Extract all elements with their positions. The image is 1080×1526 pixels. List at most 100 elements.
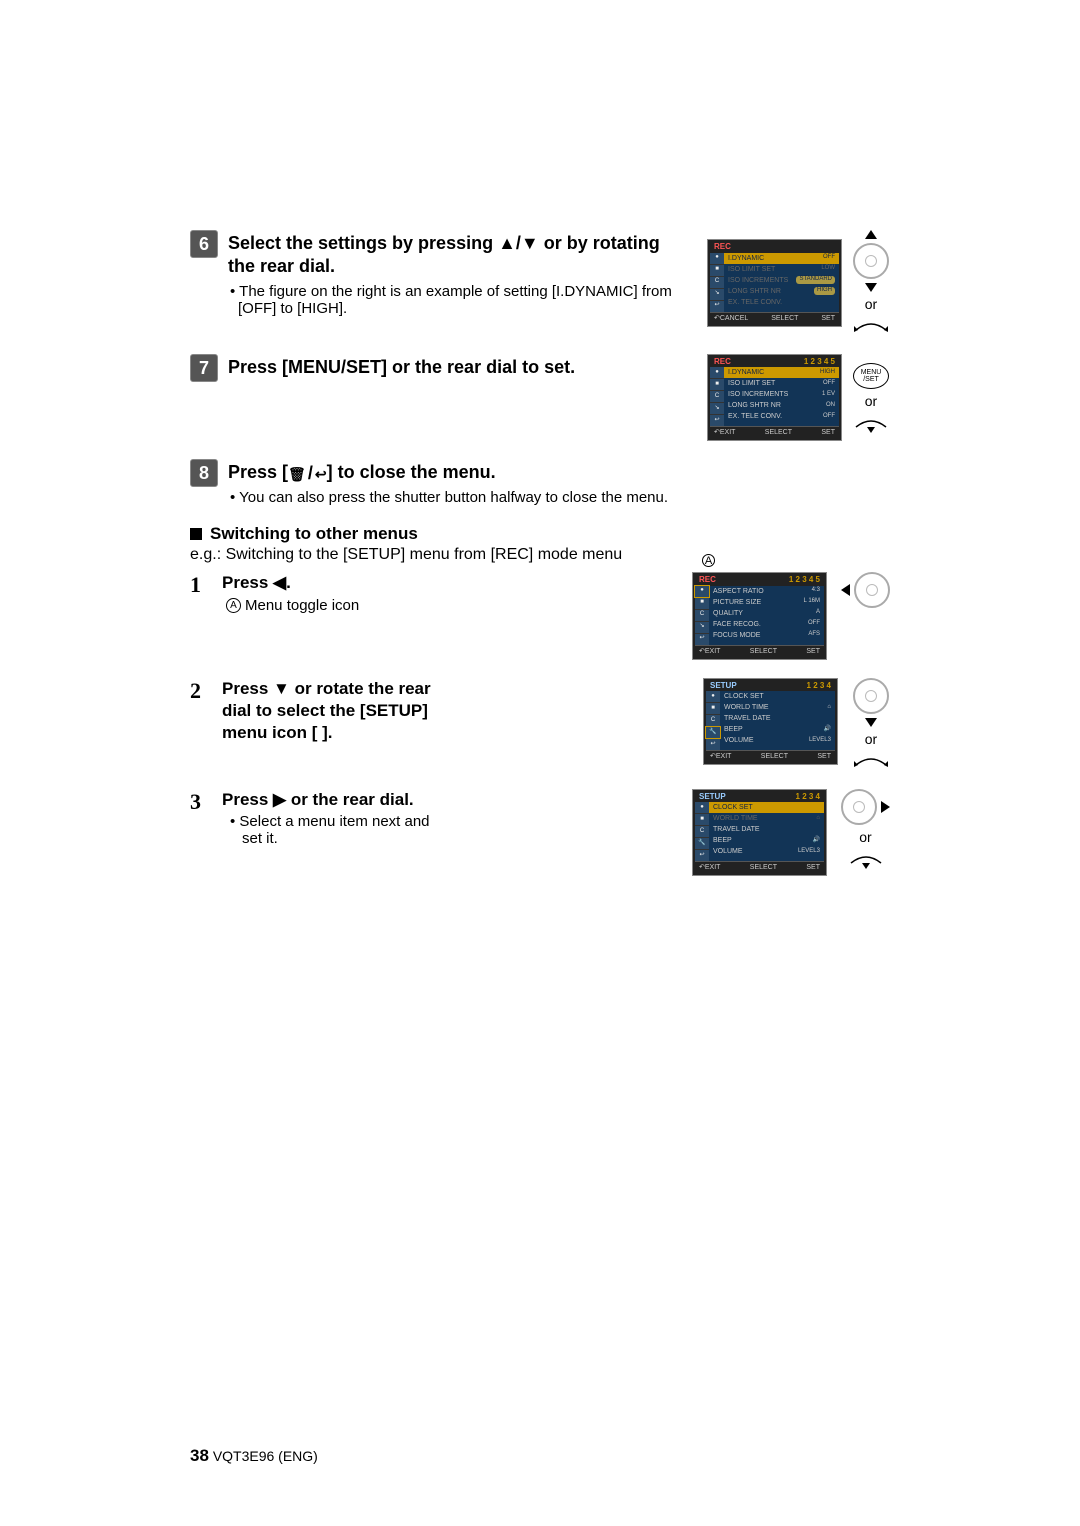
l6r4l: EX. TELE CONV. [728, 298, 782, 307]
ls2r3l: BEEP [724, 725, 743, 734]
control-updown-dpad: or [852, 230, 890, 336]
triangle-left-icon [841, 584, 850, 596]
triangle-down-icon-s2 [865, 718, 877, 727]
or-label-7: or [865, 393, 877, 409]
ls3r4l: VOLUME [713, 847, 743, 856]
s1t: Press [222, 573, 273, 592]
ls2r4l: VOLUME [724, 736, 754, 745]
page-footer: 38 VQT3E96 (ENG) [190, 1446, 318, 1466]
l6r3l: LONG SHTR NR [728, 287, 781, 296]
l7r0v: HIGH [820, 369, 835, 377]
l6r3v: HIGH [814, 287, 835, 295]
l7r3l: LONG SHTR NR [728, 401, 781, 410]
switching-heading-row: Switching to other menus [190, 524, 890, 544]
trash-back-icon: 🗑/↩ [288, 462, 327, 485]
ms-top: MENU [861, 369, 882, 376]
step-7: 7 Press [MENU/SET] or the rear dial to s… [190, 354, 890, 441]
ls1r4l: FOCUS MODE [713, 631, 760, 640]
substep-3-sub: Select a menu item next and set it. [222, 813, 443, 847]
ls2h: SETUP [710, 681, 737, 691]
ls1fl: EXIT [705, 648, 721, 655]
ls3r0l: CLOCK SET [713, 803, 753, 812]
rear-dial-icon-7 [852, 413, 890, 433]
l6fr: SET [821, 314, 835, 323]
l7r1v: OFF [823, 380, 835, 388]
l6fl: CANCEL [720, 315, 748, 322]
step-6-title: Select the settings by pressing ▲/▼ or b… [228, 232, 680, 279]
step-6: 6 Select the settings by pressing ▲/▼ or… [190, 230, 890, 336]
l7r0l: I.DYNAMIC [728, 368, 764, 377]
ls2fr: SET [817, 752, 831, 761]
rear-dial-icon-s2 [852, 751, 890, 771]
triangle-down-icon [865, 283, 877, 292]
doc-code: VQT3E96 (ENG) [213, 1448, 318, 1464]
l7r4l: EX. TELE CONV. [728, 412, 782, 421]
substep-3: 3 Press ▶ or the rear dial. Select a men… [190, 789, 890, 876]
ls1r2v: A [816, 609, 820, 617]
s8tb: ] to close the menu. [327, 462, 496, 482]
ls3fr: SET [806, 863, 820, 872]
dpad-icon-s2 [853, 678, 889, 714]
ls1r0l: ASPECT RATIO [713, 587, 764, 596]
ls3r1l: WORLD TIME [713, 814, 758, 823]
l7r2l: ISO INCREMENTS [728, 390, 788, 399]
ls3r3v: 🔊 [813, 837, 820, 845]
or-label-6: or [865, 296, 877, 312]
annotation-a-icon: A [226, 598, 241, 613]
ls3fl: EXIT [705, 864, 721, 871]
control-right-dpad-s3: or [841, 789, 890, 869]
ls3r3l: BEEP [713, 836, 732, 845]
l7p: 1 2 3 4 5 [804, 357, 835, 367]
step-6-note: The figure on the right is an example of… [228, 283, 680, 317]
ms-bot: /SET [863, 376, 879, 383]
annotation-a-marker: A [702, 554, 715, 567]
ls1h: REC [699, 575, 716, 585]
ls1fm: SELECT [750, 647, 777, 656]
s8ta: Press [ [228, 462, 288, 482]
l6r1v: LOW [821, 265, 835, 273]
ls2fl: EXIT [716, 753, 732, 760]
ls2r4v: LEVEL3 [809, 737, 831, 745]
switching-heading: Switching to other menus [210, 524, 418, 544]
step-8-note: You can also press the shutter button ha… [228, 489, 890, 506]
control-left-dpad [841, 572, 890, 608]
lcd-substep3: SETUP1 2 3 4 ●■C🔧↩ CLOCK SET WORLD TIME⌂… [692, 789, 827, 876]
s1t2: . [286, 573, 291, 592]
control-menuset: MENU/SET or [852, 363, 890, 433]
square-bullet-icon [190, 528, 202, 540]
ls3p: 1 2 3 4 [796, 792, 820, 802]
rear-dial-icon-s3 [847, 849, 885, 869]
l7fr: SET [821, 428, 835, 437]
ls2r1v: ⌂ [827, 704, 831, 712]
ls2fm: SELECT [761, 752, 788, 761]
triangle-up-icon [865, 230, 877, 239]
lcd-substep1: REC1 2 3 4 5 ●■C↘↩ ASPECT RATIO4:3 PICTU… [692, 572, 827, 659]
ls3fm: SELECT [750, 863, 777, 872]
l6r0v: OFF [823, 254, 835, 262]
substep-2: 2 Press ▼ or rotate the rear dial to sel… [190, 678, 890, 771]
lcd-step7: REC1 2 3 4 5 ●■C↘↩ I.DYNAMICHIGH ISO LIM… [707, 354, 842, 441]
dpad-icon [853, 243, 889, 279]
step-6-title-a: Select the settings by pressing [228, 233, 498, 253]
rear-dial-icon [852, 316, 890, 336]
ls1r3v: OFF [808, 620, 820, 628]
ls3h: SETUP [699, 792, 726, 802]
substep-1-sub: AMenu toggle icon [222, 597, 443, 614]
ls1fr: SET [806, 647, 820, 656]
ls1r1v: L 16M [804, 598, 820, 606]
l6r0l: I.DYNAMIC [728, 254, 764, 263]
lcd6-header: REC [714, 242, 731, 252]
l7h: REC [714, 357, 731, 367]
substep-3-n: 3 [190, 789, 208, 815]
ls2r2l: TRAVEL DATE [724, 714, 771, 723]
l7r4v: OFF [823, 413, 835, 421]
l6fm: SELECT [771, 314, 798, 323]
or-label-s3: or [859, 829, 871, 845]
l6r1l: ISO LIMIT SET [728, 265, 775, 274]
l7r2v: 1 EV [822, 391, 835, 399]
ls3r2l: TRAVEL DATE [713, 825, 760, 834]
ls1r2l: QUALITY [713, 609, 743, 618]
l7r3v: ON [826, 402, 835, 410]
l7r1l: ISO LIMIT SET [728, 379, 775, 388]
control-down-dpad-s2: or [852, 678, 890, 771]
